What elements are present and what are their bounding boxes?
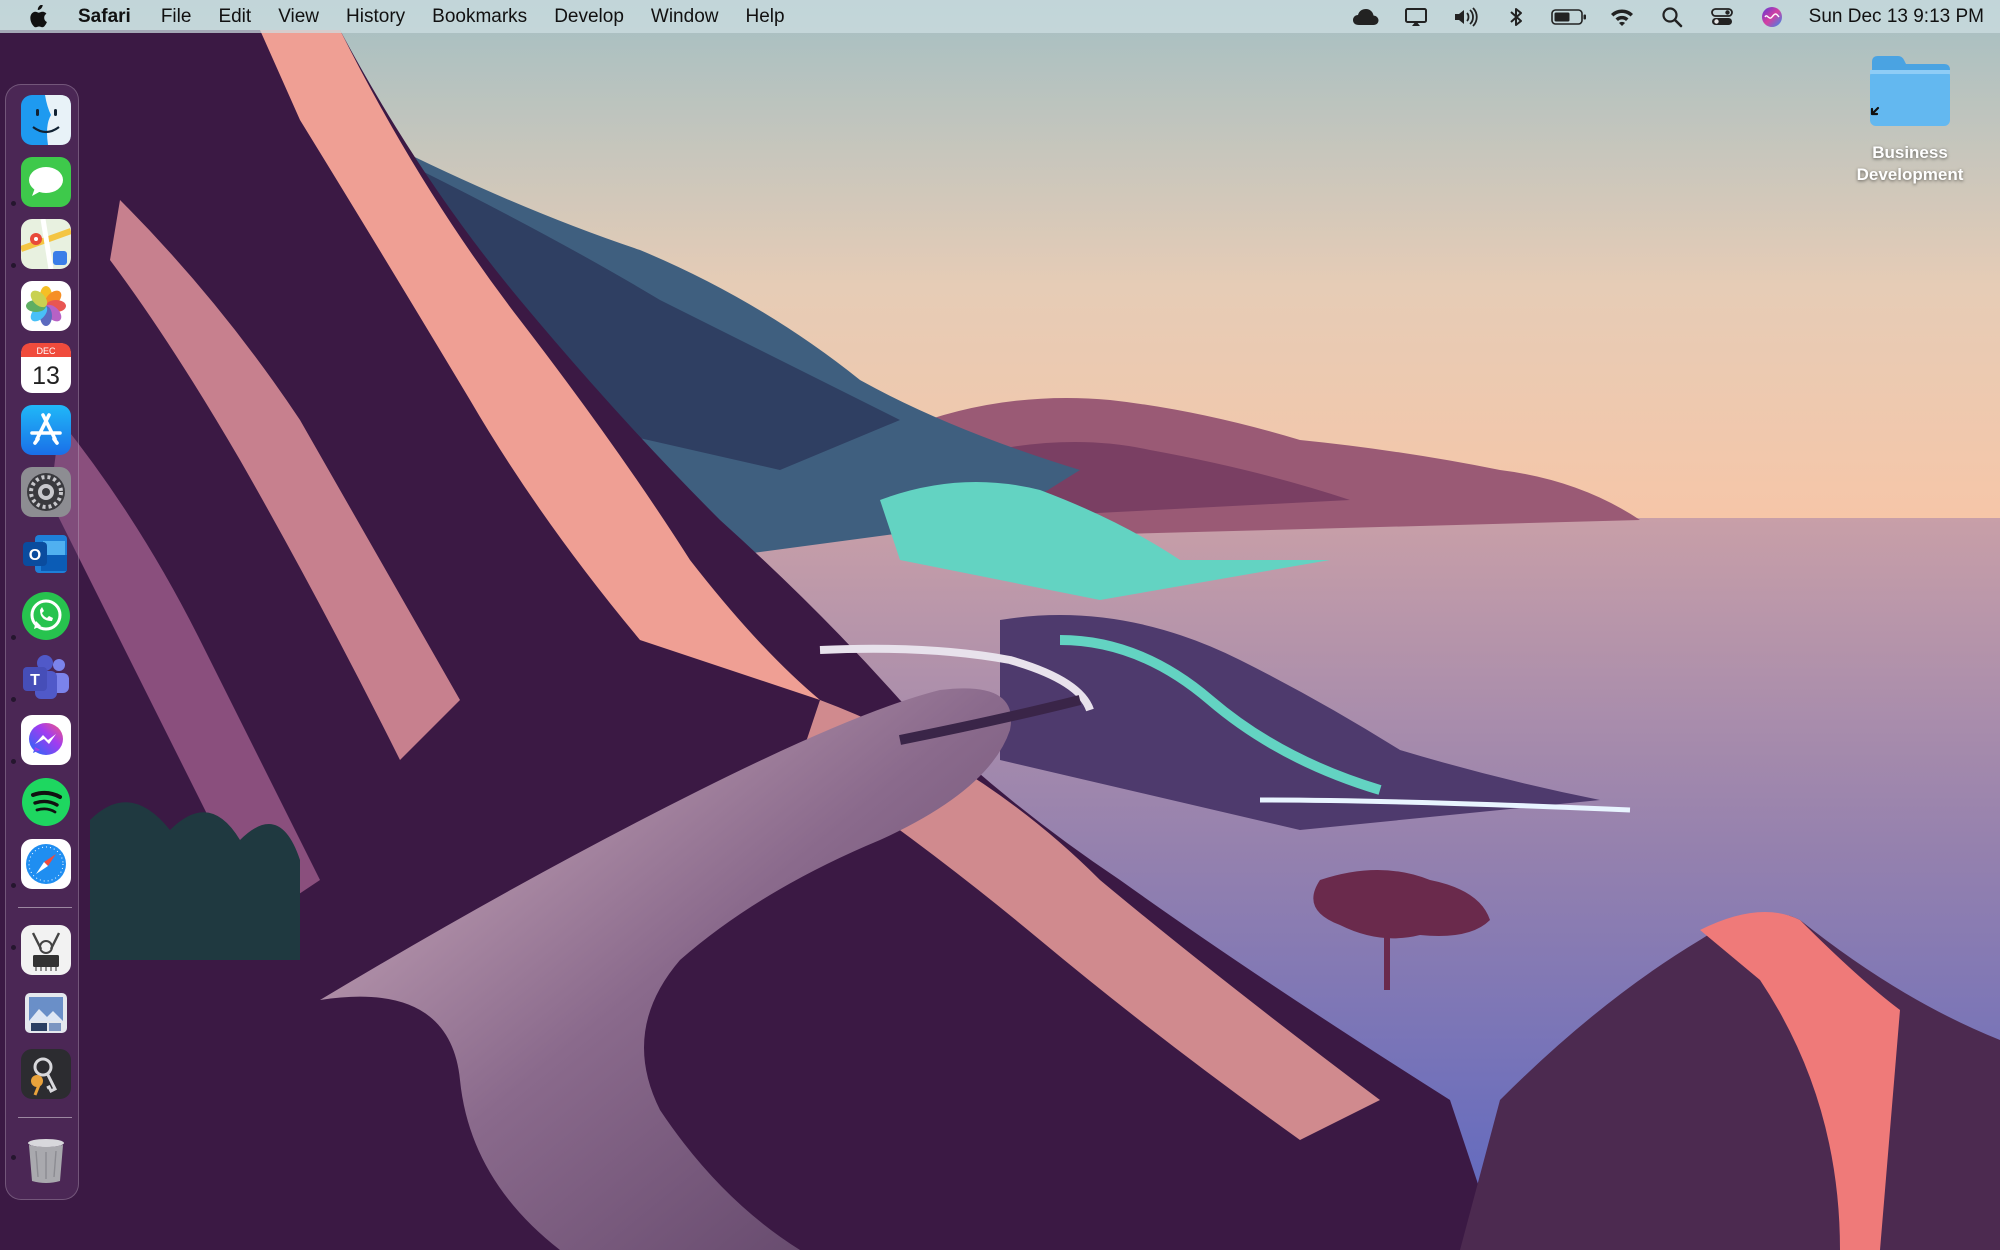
dock-messages[interactable] [21, 157, 71, 207]
creative-cloud-icon[interactable] [1351, 5, 1381, 29]
folder-label: Business Development [1856, 143, 1964, 184]
running-indicator-whatsapp [11, 697, 16, 702]
airplay-display-icon[interactable] [1401, 5, 1431, 29]
running-indicator-safari [11, 945, 16, 950]
desktop-folder-business-development[interactable]: Business Development [1838, 52, 1982, 186]
bluetooth-icon[interactable] [1501, 5, 1531, 29]
trash-icon [28, 1139, 64, 1183]
menu-help[interactable]: Help [745, 6, 784, 28]
dock-calendar[interactable]: DEC 13 [21, 343, 71, 393]
safari-icon [21, 839, 71, 889]
battery-icon[interactable] [1550, 5, 1587, 29]
dock-photos[interactable] [21, 281, 71, 331]
menu-develop[interactable]: Develop [554, 6, 624, 28]
photos-icon [21, 281, 71, 331]
app-store-icon [21, 405, 71, 455]
desktop-wallpaper [0, 0, 2000, 1250]
dock-maps[interactable] [21, 219, 71, 269]
running-indicator-spotify [11, 883, 16, 888]
dock-trash[interactable] [21, 1135, 71, 1185]
dock-whatsapp[interactable] [21, 591, 71, 641]
dock-teams[interactable]: T [21, 653, 71, 703]
dock-app-store[interactable] [21, 405, 71, 455]
menu-bar: Safari File Edit View History Bookmarks … [0, 0, 2000, 33]
messages-icon [21, 157, 71, 207]
wallpaper-scene [0, 0, 2000, 1250]
calendar-icon: DEC 13 [21, 343, 71, 393]
siri-icon[interactable] [1757, 5, 1787, 29]
menu-edit[interactable]: Edit [218, 6, 251, 28]
dock-system-information[interactable] [21, 925, 71, 975]
running-indicator-outlook [11, 635, 16, 640]
whatsapp-icon [22, 592, 70, 640]
apple-logo-icon[interactable] [26, 3, 48, 29]
control-center-icon[interactable] [1707, 5, 1737, 29]
teams-icon: T [23, 655, 69, 699]
running-indicator-keychain-access [11, 1155, 16, 1160]
system-information-icon [21, 925, 71, 975]
dock: DEC 13 O T [5, 84, 79, 1200]
menu-bookmarks[interactable]: Bookmarks [432, 6, 527, 28]
calendar-day: 13 [32, 362, 60, 390]
preview-icon [25, 993, 67, 1033]
dock-keychain-access[interactable] [21, 1049, 71, 1099]
messenger-icon [21, 715, 71, 765]
dock-messenger[interactable] [21, 715, 71, 765]
svg-text:O: O [29, 547, 41, 564]
menu-app-name[interactable]: Safari [78, 6, 131, 28]
keychain-access-icon [21, 1049, 71, 1099]
running-indicator-teams [11, 759, 16, 764]
calendar-month: DEC [36, 346, 56, 356]
dock-safari[interactable] [21, 839, 71, 889]
dock-separator [18, 907, 72, 908]
menu-history[interactable]: History [346, 6, 405, 28]
spotlight-search-icon[interactable] [1657, 5, 1687, 29]
dock-separator-trash [18, 1117, 72, 1118]
spotify-icon [22, 778, 70, 826]
menu-file[interactable]: File [161, 6, 192, 28]
system-preferences-icon [21, 467, 71, 517]
menu-clock[interactable]: Sun Dec 13 9:13 PM [1809, 6, 1984, 28]
volume-icon[interactable] [1451, 5, 1481, 29]
menu-view[interactable]: View [278, 6, 319, 28]
dock-outlook[interactable]: O [21, 529, 71, 579]
svg-text:T: T [30, 672, 40, 689]
dock-finder[interactable] [21, 95, 71, 145]
finder-icon [21, 95, 71, 145]
menu-window[interactable]: Window [651, 6, 719, 28]
outlook-icon: O [23, 535, 67, 573]
running-indicator-finder [11, 201, 16, 206]
maps-icon [21, 219, 71, 269]
folder-icon [1870, 56, 1950, 126]
dock-preview[interactable] [21, 987, 71, 1037]
dock-system-preferences[interactable] [21, 467, 71, 517]
wifi-icon[interactable] [1607, 5, 1637, 29]
dock-spotify[interactable] [21, 777, 71, 827]
running-indicator-messages [11, 263, 16, 268]
